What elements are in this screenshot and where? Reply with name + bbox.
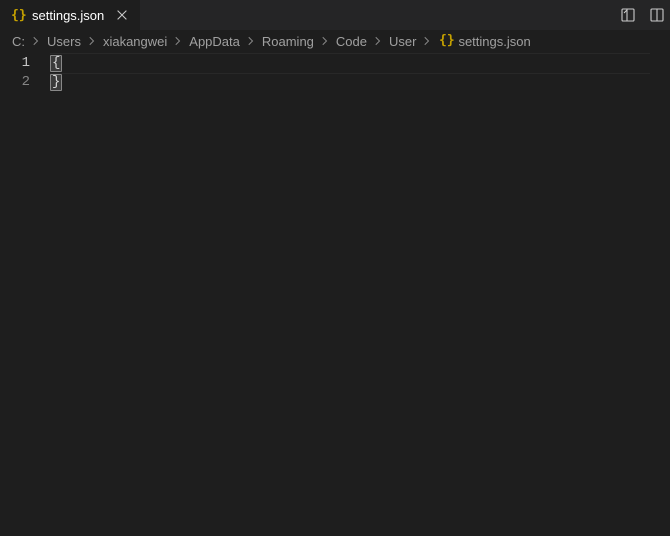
chevron-right-icon	[371, 35, 385, 47]
line-number: 2	[0, 73, 30, 92]
close-icon[interactable]	[114, 7, 130, 23]
json-icon: {}	[10, 7, 26, 23]
split-editor-icon[interactable]	[646, 4, 666, 26]
tab-label: settings.json	[32, 8, 104, 23]
chevron-right-icon	[171, 35, 185, 47]
code-line[interactable]: }	[50, 73, 670, 92]
crumb-label: settings.json	[458, 34, 530, 49]
crumb-label: C:	[12, 34, 25, 49]
breadcrumb: C: Users xiakangwei AppData Roaming Code…	[0, 30, 670, 52]
chevron-right-icon	[420, 35, 434, 47]
crumb-label: Users	[47, 34, 81, 49]
line-number: 1	[0, 54, 30, 73]
crumb-c[interactable]: C:	[12, 34, 25, 49]
crumb-label: User	[389, 34, 416, 49]
crumb-users[interactable]: Users	[47, 34, 81, 49]
tabs-group: {} settings.json	[0, 0, 141, 30]
crumb-label: Code	[336, 34, 367, 49]
gutter: 1 2	[0, 52, 50, 536]
code-content[interactable]: { }	[50, 52, 670, 536]
svg-text:{}: {}	[439, 33, 454, 48]
chevron-right-icon	[244, 35, 258, 47]
crumb-label: xiakangwei	[103, 34, 167, 49]
editor-actions	[618, 0, 670, 30]
crumb-label: AppData	[189, 34, 240, 49]
svg-text:{}: {}	[11, 8, 26, 23]
chevron-right-icon	[318, 35, 332, 47]
crumb-settings-json[interactable]: {} settings.json	[438, 32, 530, 51]
brace-close: }	[50, 74, 62, 91]
crumb-roaming[interactable]: Roaming	[262, 34, 314, 49]
tab-settings-json[interactable]: {} settings.json	[0, 0, 141, 30]
brace-open: {	[50, 55, 62, 72]
crumb-label: Roaming	[262, 34, 314, 49]
crumb-code[interactable]: Code	[336, 34, 367, 49]
code-line[interactable]: {	[50, 54, 670, 73]
crumb-user[interactable]: User	[389, 34, 416, 49]
chevron-right-icon	[29, 35, 43, 47]
editor-area[interactable]: 1 2 { }	[0, 52, 670, 536]
open-preview-icon[interactable]	[618, 4, 638, 26]
crumb-appdata[interactable]: AppData	[189, 34, 240, 49]
tab-bar: {} settings.json	[0, 0, 670, 30]
chevron-right-icon	[85, 35, 99, 47]
crumb-xiakangwei[interactable]: xiakangwei	[103, 34, 167, 49]
json-icon: {}	[438, 32, 454, 51]
